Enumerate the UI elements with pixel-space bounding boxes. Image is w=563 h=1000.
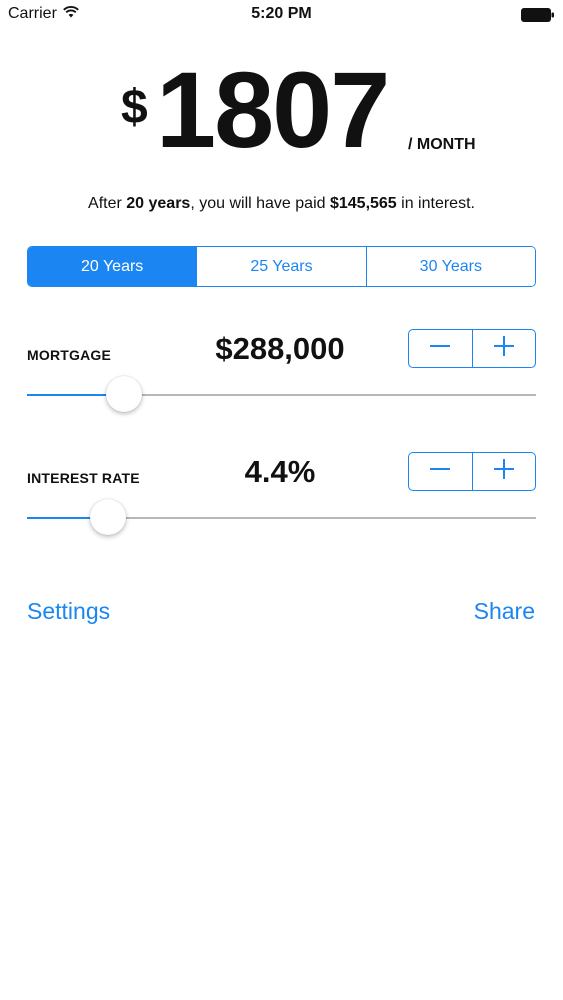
currency-symbol: $ [121,81,148,134]
interest-rate-value: 4.4% [244,454,316,489]
interest-rate-decrement-button[interactable] [409,453,472,490]
mortgage-decrement-button[interactable] [409,330,472,367]
summary-prefix: After [88,195,127,212]
clock: 5:20 PM [251,5,312,22]
term-segment-20-years[interactable]: 20 Years [28,247,197,286]
battery-icon [521,8,555,22]
term-segment-25-years[interactable]: 25 Years [196,247,366,286]
summary-term: 20 years [126,195,191,212]
term-segmented-control: 20 Years 25 Years 30 Years [27,246,536,287]
monthly-payment-amount: 1807 [156,49,390,170]
interest-rate-label: INTEREST RATE [27,470,140,486]
mortgage-slider[interactable] [27,375,536,415]
mortgage-stepper [408,329,536,368]
interest-rate-increment-button[interactable] [471,453,536,490]
plus-icon [493,335,515,362]
mortgage-label: MORTGAGE [27,347,112,363]
share-button[interactable]: Share [474,598,535,625]
settings-button[interactable]: Settings [27,598,110,625]
mortgage-slider-thumb[interactable] [105,376,142,412]
interest-rate-slider[interactable] [27,498,536,538]
mortgage-increment-button[interactable] [471,330,536,367]
interest-rate-stepper [408,452,536,491]
status-bar: Carrier 5:20 PM [0,0,563,30]
summary-suffix: in interest. [396,195,475,212]
summary-interest-total: $145,565 [329,195,397,212]
summary-middle: , you will have paid [190,195,330,212]
interest-rate-slider-thumb[interactable] [90,499,127,535]
minus-icon [429,335,451,362]
term-segment-30-years[interactable]: 30 Years [365,247,535,286]
monthly-payment: $ 1807 / MONTH [0,49,563,170]
mortgage-value: $288,000 [215,331,345,366]
plus-icon [493,458,515,485]
minus-icon [429,458,451,485]
payment-period-label: / MONTH [408,136,476,153]
interest-summary: After 20 years, you will have paid $145,… [0,195,563,213]
